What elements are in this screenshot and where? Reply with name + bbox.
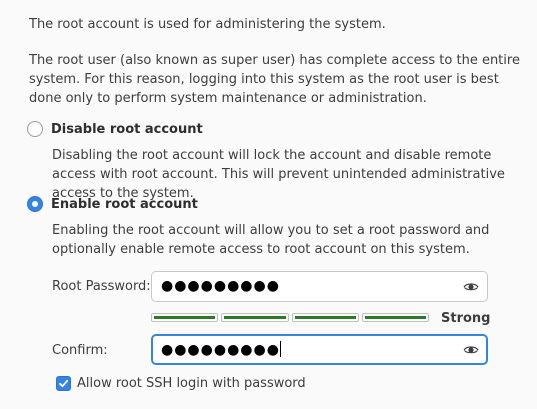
enable-root-description: Enabling the root account will allow you… bbox=[52, 223, 490, 257]
root-password-field[interactable]: ●●●●●●●●● bbox=[151, 271, 488, 302]
radio-button-unchecked[interactable] bbox=[27, 121, 43, 137]
strength-segment bbox=[291, 313, 359, 322]
strength-segment bbox=[151, 313, 219, 322]
checkmark-icon bbox=[59, 379, 69, 388]
intro-text: The root account is used for administeri… bbox=[29, 17, 386, 32]
confirm-label: Confirm: bbox=[52, 343, 108, 358]
strength-label: Strong bbox=[441, 311, 491, 326]
confirm-password-field[interactable]: ●●●●●●●●● bbox=[151, 334, 488, 365]
eye-icon[interactable] bbox=[463, 279, 479, 295]
disable-root-radio[interactable]: Disable root account bbox=[27, 121, 203, 137]
checkbox-checked[interactable] bbox=[56, 376, 71, 391]
enable-root-radio[interactable]: Enable root account bbox=[27, 196, 198, 212]
radio-button-checked[interactable] bbox=[27, 196, 43, 212]
enable-root-label: Enable root account bbox=[51, 196, 198, 212]
root-password-label: Root Password: bbox=[52, 279, 151, 294]
intro-description: The root user (also known as super user)… bbox=[29, 53, 520, 106]
root-password-value: ●●●●●●●●● bbox=[161, 278, 280, 294]
text-caret bbox=[279, 341, 281, 357]
disable-root-label: Disable root account bbox=[51, 121, 203, 137]
disable-root-description: Disabling the root account will lock the… bbox=[52, 148, 505, 201]
strength-segment bbox=[361, 313, 429, 322]
allow-ssh-checkbox-row[interactable]: Allow root SSH login with password bbox=[56, 376, 306, 391]
allow-ssh-label: Allow root SSH login with password bbox=[77, 376, 306, 391]
eye-icon[interactable] bbox=[463, 342, 479, 358]
strength-segment bbox=[221, 313, 289, 322]
confirm-password-value: ●●●●●●●●● bbox=[161, 341, 281, 358]
password-strength-bar bbox=[151, 313, 429, 322]
